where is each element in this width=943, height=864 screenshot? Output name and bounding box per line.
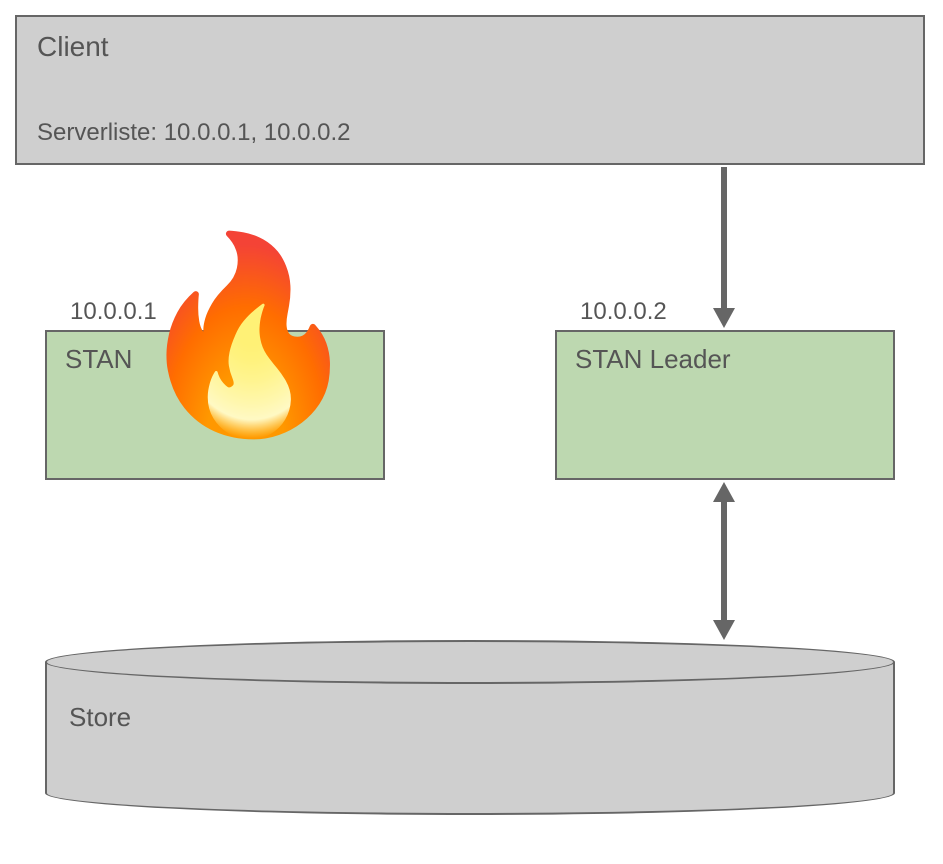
arrow-leader-store-head-down xyxy=(713,620,735,640)
client-title: Client xyxy=(37,31,903,63)
fire-icon: 🔥 xyxy=(130,240,367,430)
stan-node-2-label: STAN Leader xyxy=(575,344,731,374)
stan-node-2: STAN Leader xyxy=(555,330,895,480)
node2-ip-label: 10.0.0.2 xyxy=(580,298,667,326)
arrow-client-to-leader-head xyxy=(713,308,735,328)
arrow-leader-to-store xyxy=(721,500,727,622)
store-cylinder: Store xyxy=(45,640,895,815)
client-box: Client Serverliste: 10.0.0.1, 10.0.0.2 xyxy=(15,15,925,165)
arrow-client-to-leader xyxy=(721,167,727,310)
client-serverlist: Serverliste: 10.0.0.1, 10.0.0.2 xyxy=(37,119,351,147)
stan-node-1-label: STAN xyxy=(65,344,132,374)
arrow-leader-store-head-up xyxy=(713,482,735,502)
store-label: Store xyxy=(69,702,131,733)
